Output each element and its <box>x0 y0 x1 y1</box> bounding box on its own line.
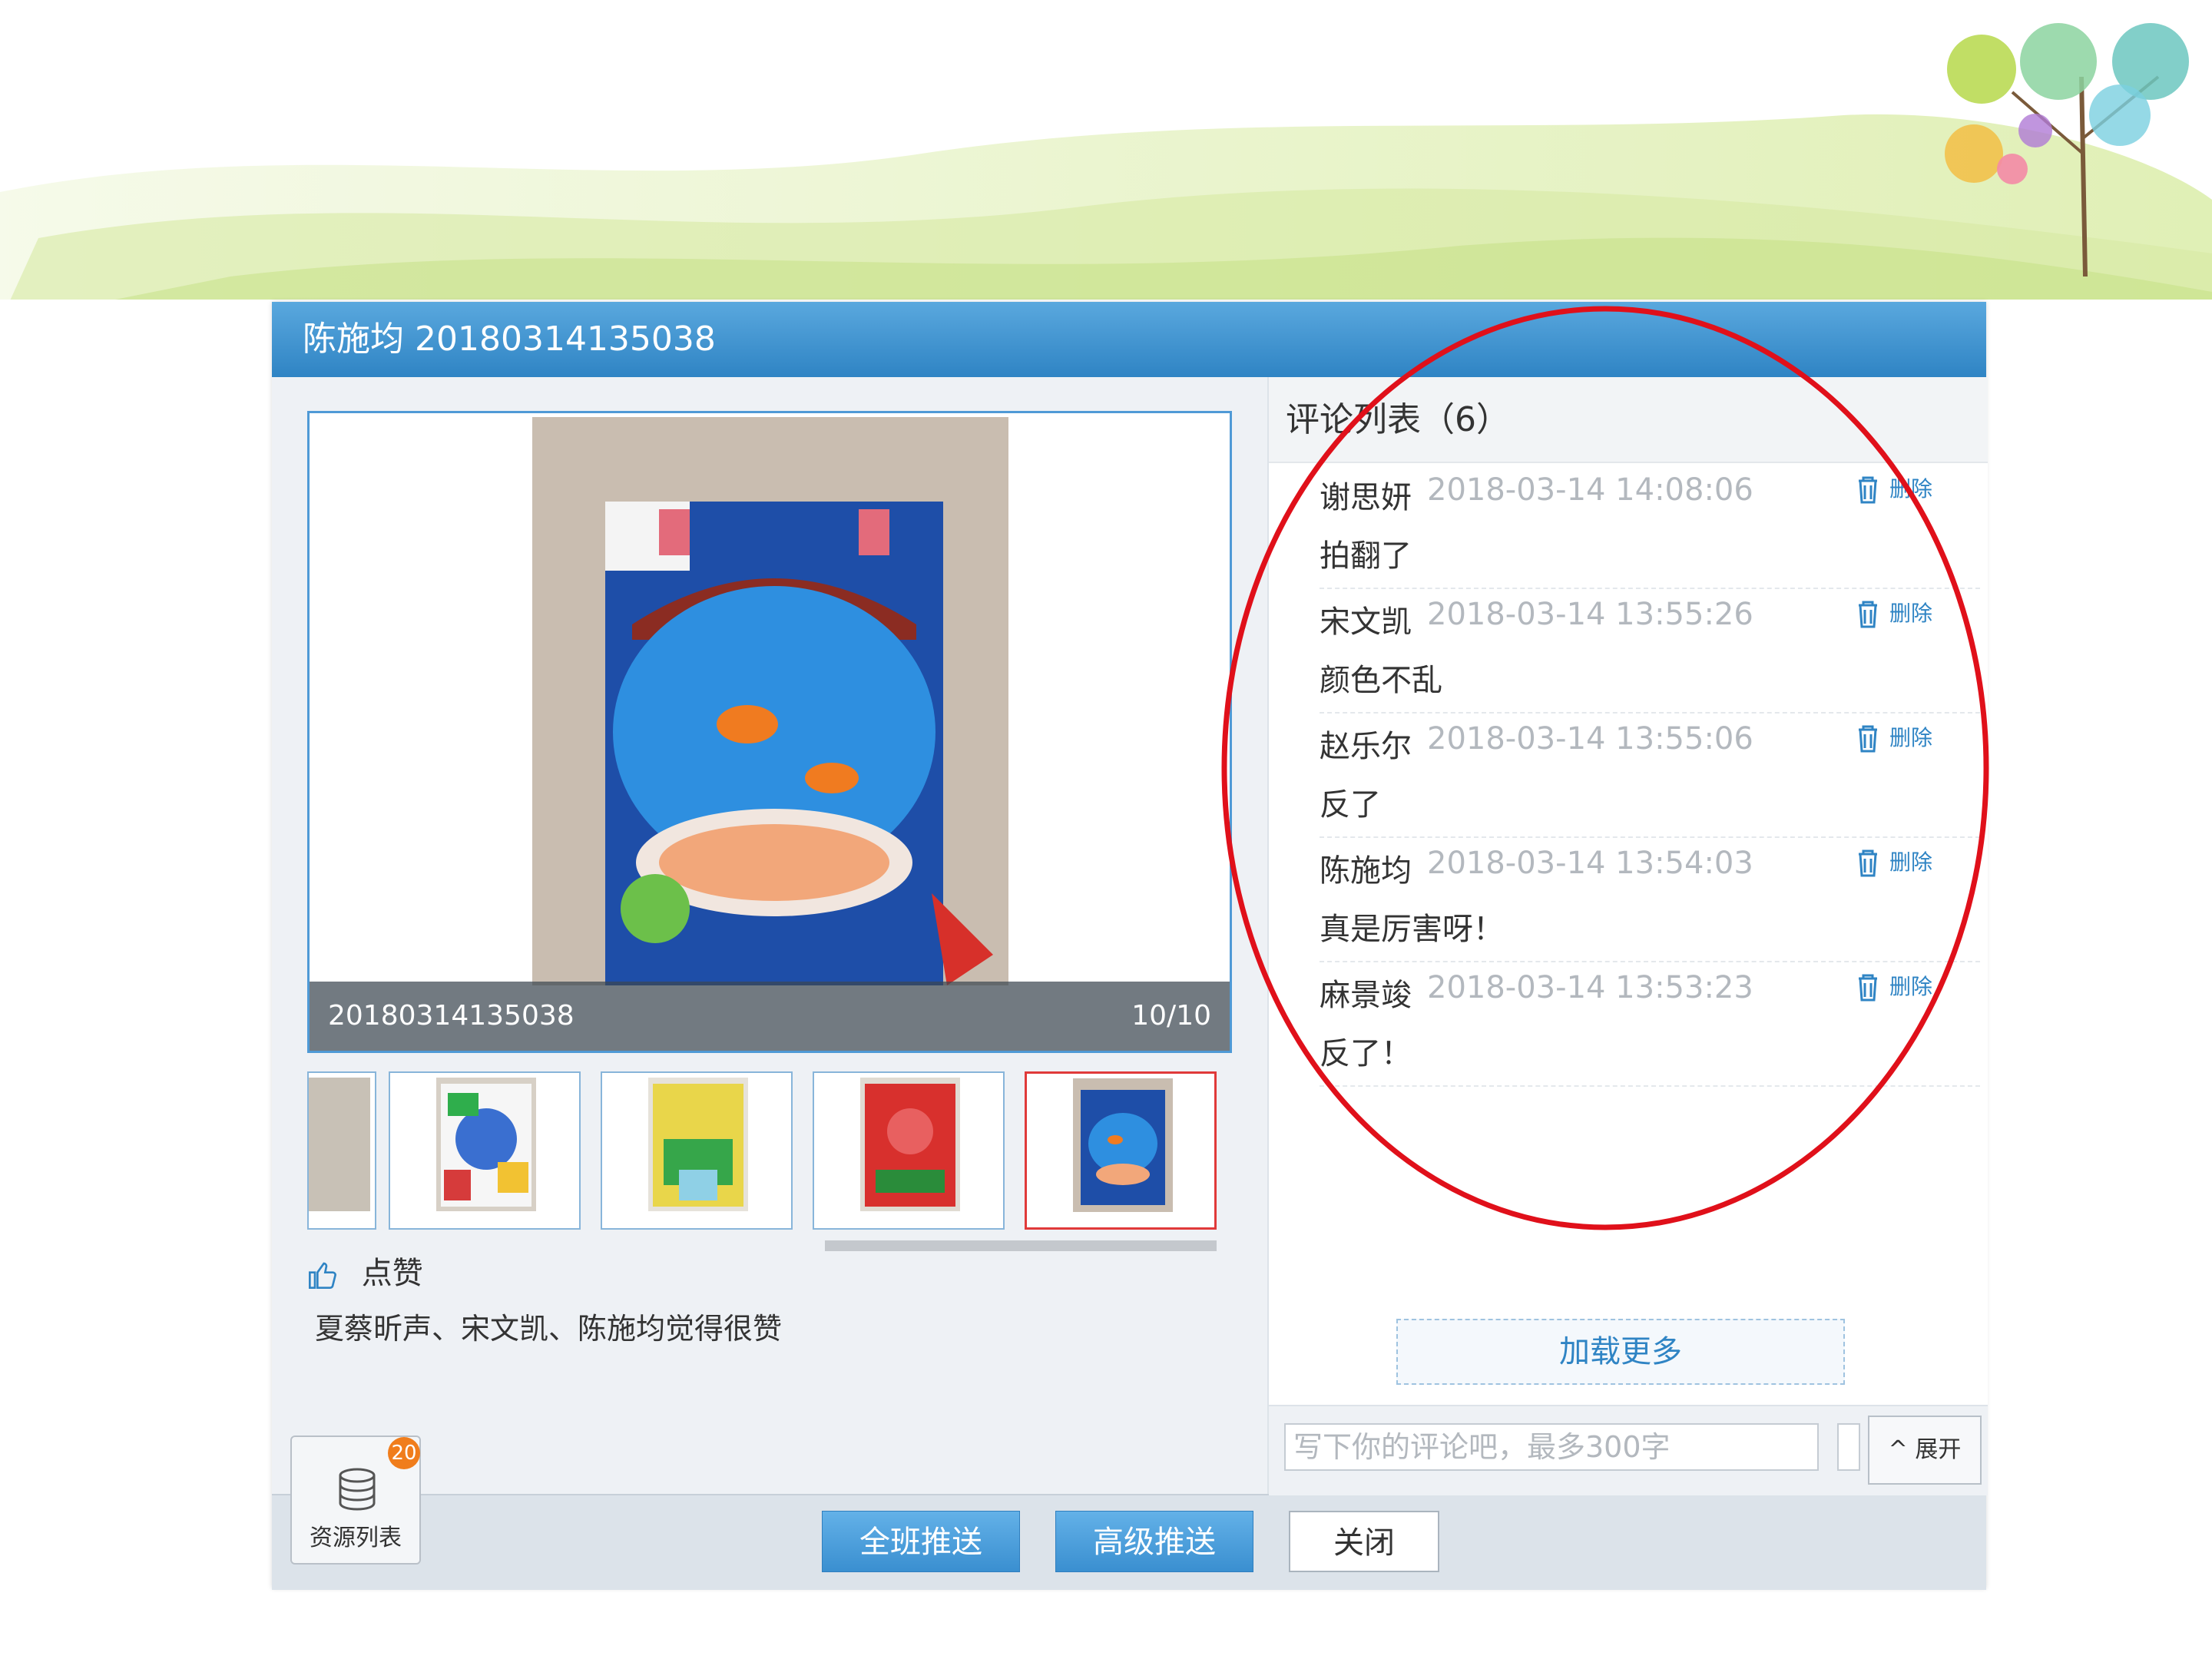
expand-button[interactable]: ^ 展开 <box>1868 1416 1982 1485</box>
like-label[interactable]: 点赞 <box>362 1256 423 1291</box>
thumbs-up-icon[interactable] <box>307 1256 362 1291</box>
comment-item: 宋文凯 2018-03-14 13:55:26 删除 颜色不乱 <box>1320 589 1980 714</box>
action-bar: 全班推送 高级推送 关闭 <box>272 1494 1986 1590</box>
thumbnail[interactable] <box>813 1071 1005 1230</box>
delete-comment-button[interactable]: 删除 <box>1857 846 1932 877</box>
thumbnail[interactable] <box>389 1071 581 1230</box>
image-name: 20180314135038 <box>328 1000 575 1031</box>
comment-item: 麻景竣 2018-03-14 13:53:23 删除 反了！ <box>1320 962 1980 1087</box>
comment-send-button[interactable] <box>1837 1423 1860 1471</box>
delete-comment-button[interactable]: 删除 <box>1857 597 1932 628</box>
resource-list-button[interactable]: 20 资源列表 <box>290 1435 421 1565</box>
comment-author: 宋文凯 <box>1320 604 1412 640</box>
thumbnail[interactable] <box>307 1071 376 1230</box>
comments-header: 评论列表（6） <box>1269 377 1988 463</box>
dialog-title: 陈施均 20180314135038 <box>272 302 1986 377</box>
thumbnail-selected[interactable] <box>1025 1071 1217 1230</box>
resource-viewer-dialog: 陈施均 20180314135038 20180314135038 10/10 … <box>272 302 1988 1590</box>
comment-author: 谢思妍 <box>1320 480 1412 515</box>
trash-icon <box>1859 974 1877 1002</box>
comment-text: 反了 <box>1320 787 1381 823</box>
decorative-banner <box>0 114 2212 323</box>
trash-icon <box>1859 476 1877 504</box>
thumbnail-scrollbar[interactable] <box>825 1240 1217 1251</box>
comment-item: 谢思妍 2018-03-14 14:08:06 删除 拍翻了 <box>1320 465 1980 589</box>
resource-list-label: 资源列表 <box>310 1525 402 1551</box>
comment-time: 2018-03-14 13:53:23 <box>1427 970 1753 1005</box>
comment-text: 反了！ <box>1320 1036 1412 1071</box>
image-counter: 10/10 <box>1131 1000 1211 1031</box>
comment-input[interactable] <box>1284 1423 1819 1471</box>
comment-input-bar: ^ 展开 <box>1269 1405 1988 1495</box>
comment-author: 陈施均 <box>1320 853 1412 889</box>
delete-comment-button[interactable]: 删除 <box>1857 472 1932 504</box>
tree-illustration <box>1945 23 2189 277</box>
load-more-button[interactable]: 加载更多 <box>1396 1319 1845 1385</box>
comments-panel: 评论列表（6） 谢思妍 2018-03-14 14:08:06 删除 拍翻了 宋… <box>1267 377 1988 1495</box>
class-push-button[interactable]: 全班推送 <box>822 1511 1020 1572</box>
image-caption-bar: 20180314135038 10/10 <box>310 982 1230 1051</box>
comment-time: 2018-03-14 13:55:06 <box>1427 721 1753 757</box>
comment-item: 赵乐尔 2018-03-14 13:55:06 删除 反了 <box>1320 714 1980 838</box>
comment-author: 麻景竣 <box>1320 978 1412 1013</box>
delete-comment-button[interactable]: 删除 <box>1857 721 1932 753</box>
comment-text: 颜色不乱 <box>1320 663 1442 698</box>
comment-time: 2018-03-14 13:55:26 <box>1427 597 1753 632</box>
likes-list: 夏蔡昕声、宋文凯、陈施均觉得很赞 <box>315 1312 783 1346</box>
delete-comment-button[interactable]: 删除 <box>1857 970 1932 1002</box>
resource-count-badge: 20 <box>388 1437 420 1469</box>
comment-text: 拍翻了 <box>1320 538 1412 574</box>
trash-icon <box>1859 849 1877 877</box>
artwork-image <box>532 417 1008 993</box>
trash-icon <box>1859 725 1877 753</box>
trash-icon <box>1859 601 1877 628</box>
comment-text: 真是厉害呀！ <box>1320 912 1504 947</box>
like-section[interactable]: 点赞 <box>307 1248 423 1293</box>
comment-author: 赵乐尔 <box>1320 729 1412 764</box>
comment-time: 2018-03-14 13:54:03 <box>1427 846 1753 881</box>
advanced-push-button[interactable]: 高级推送 <box>1055 1511 1253 1572</box>
comment-time: 2018-03-14 14:08:06 <box>1427 472 1753 508</box>
thumbnail[interactable] <box>601 1071 793 1230</box>
close-button[interactable]: 关闭 <box>1289 1511 1439 1572</box>
image-viewer[interactable]: 20180314135038 10/10 <box>307 411 1232 1053</box>
comment-item: 陈施均 2018-03-14 13:54:03 删除 真是厉害呀！ <box>1320 838 1980 962</box>
